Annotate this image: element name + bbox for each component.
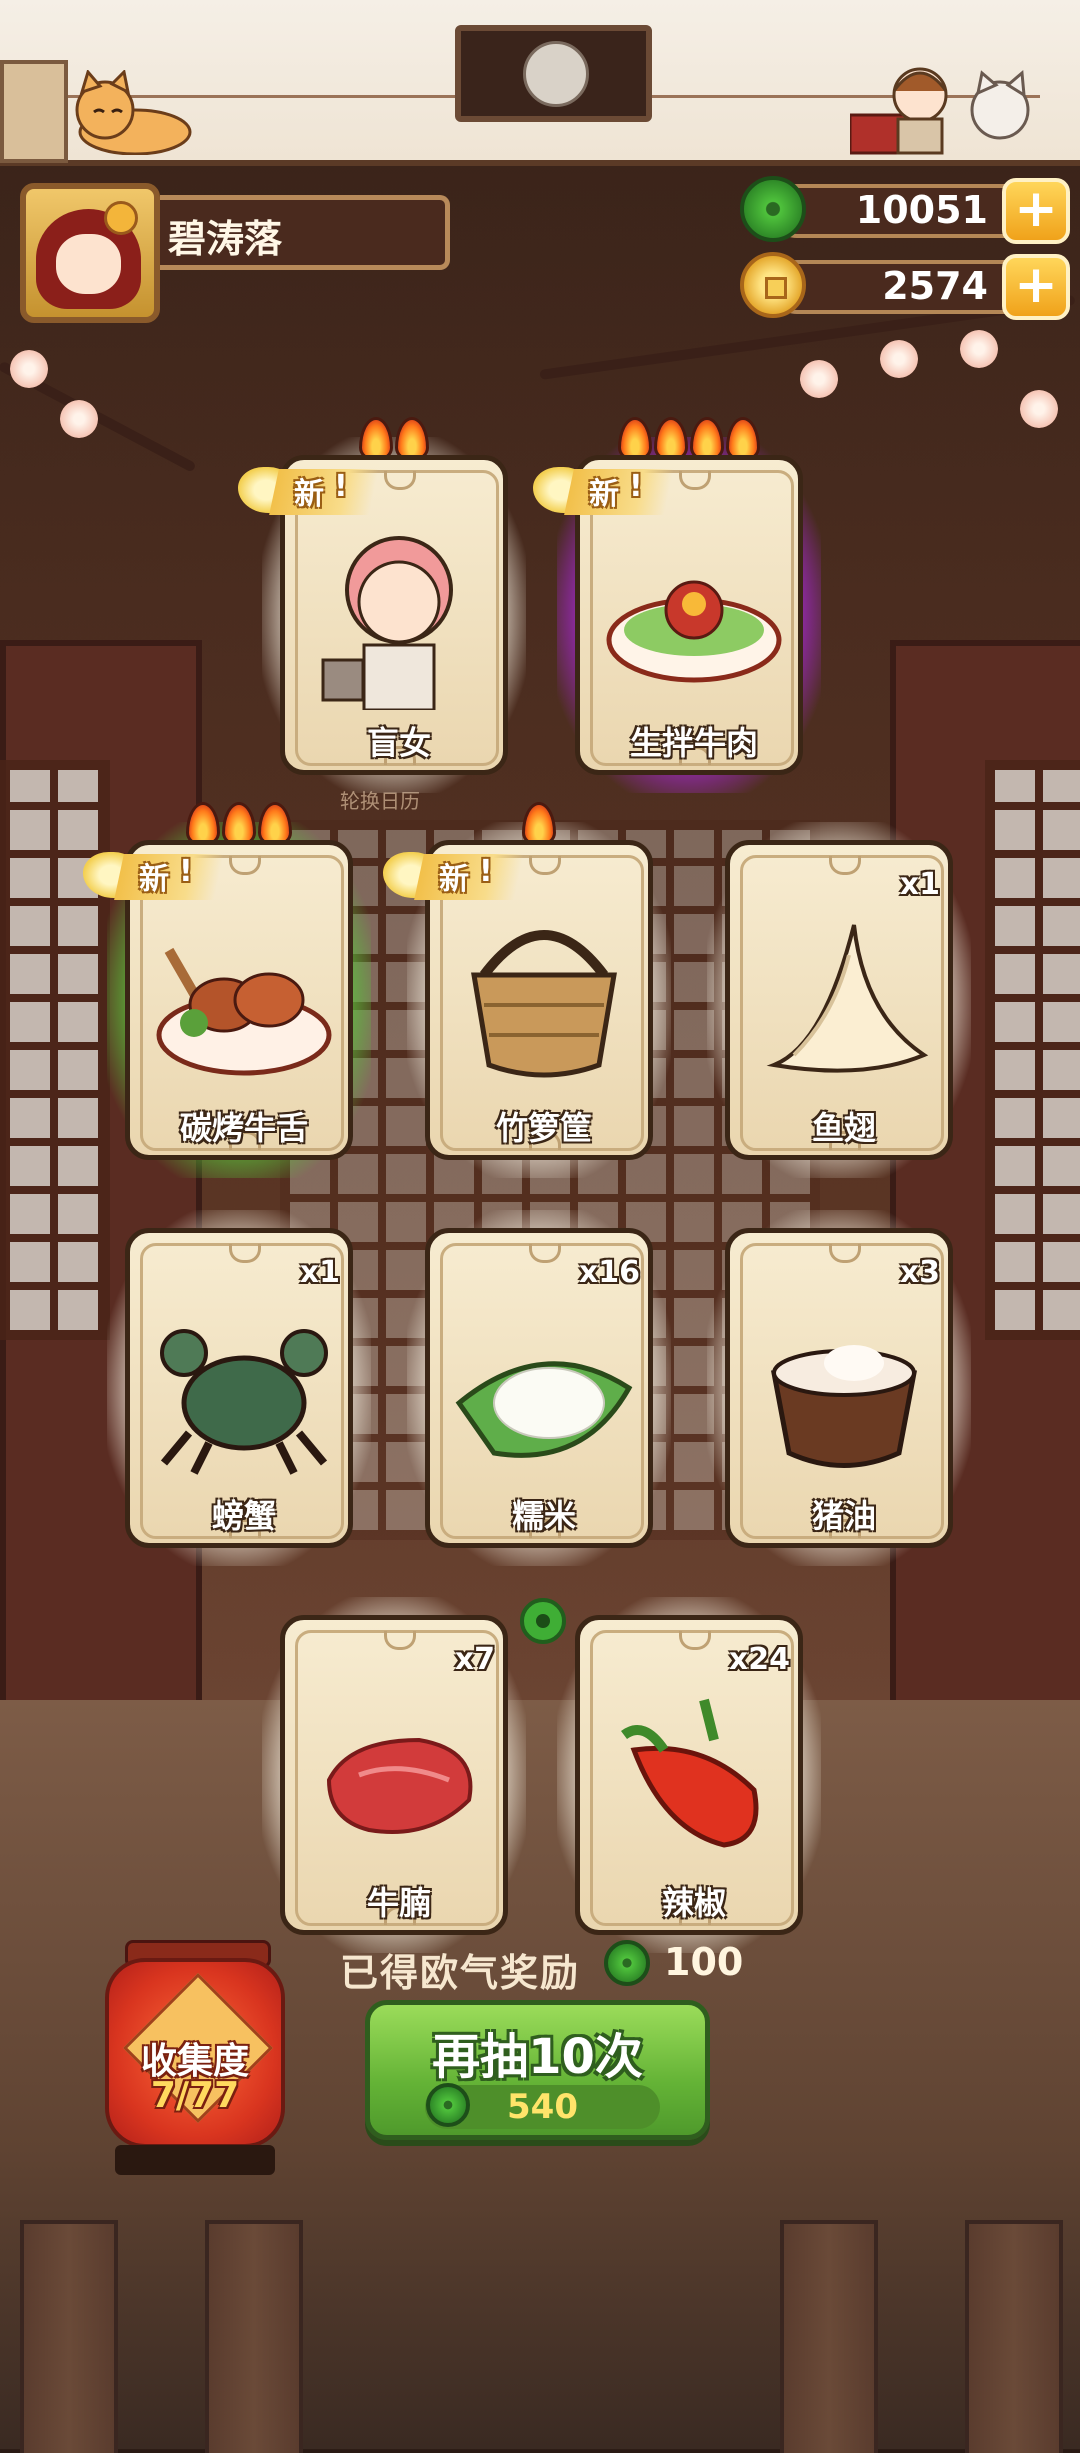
new-badge-label: 新 <box>139 862 169 897</box>
card-count: x7 <box>454 1642 495 1677</box>
collection-progress: 7/77 <box>150 2075 240 2116</box>
card-body: 鱼翅 x1 <box>725 840 953 1160</box>
card-item-icon <box>770 1345 918 1468</box>
card-3[interactable]: 碳烤牛舌 新! <box>83 802 371 1178</box>
top-shelf <box>0 0 1080 166</box>
reward-value: 100 <box>664 1940 744 1984</box>
draw-cost: 540 <box>507 2087 578 2127</box>
card-item-icon <box>326 1737 473 1834</box>
paw-sign-decoration <box>0 60 68 163</box>
card-item-icon <box>621 1698 759 1848</box>
add-gold-button[interactable]: + <box>1002 254 1070 320</box>
player-name-plate: 碧涛落 <box>160 195 450 270</box>
new-badge-label: 新 <box>294 477 324 512</box>
card-body: 猪油 x3 <box>725 1228 953 1548</box>
card-item-icon <box>766 924 929 1073</box>
draw-again-label: 再抽10次 <box>432 2029 643 2085</box>
blossom-flower <box>1020 390 1058 428</box>
gold-currency: 2574 + <box>740 252 1070 320</box>
new-badge: 新! <box>238 461 388 523</box>
card-count: x1 <box>299 1255 340 1290</box>
reward-label: 已得欧气奖励 <box>340 1951 581 1995</box>
new-badge: 新! <box>533 461 683 523</box>
fence-post <box>205 2220 303 2453</box>
fence-post <box>965 2220 1063 2453</box>
blossom-flower <box>60 400 98 438</box>
new-badge-label: 新 <box>439 862 469 897</box>
card-name: 螃蟹 <box>211 1497 276 1535</box>
exclamation-mark: ! <box>629 469 643 504</box>
card-item-icon <box>160 1329 328 1475</box>
fence-post <box>20 2220 118 2453</box>
card-6[interactable]: 螃蟹 x1 <box>107 1210 371 1566</box>
card-item-icon <box>455 1361 633 1458</box>
card-name: 碳烤牛舌 <box>179 1109 308 1147</box>
new-badge: 新! <box>383 846 533 908</box>
card-name: 辣椒 <box>661 1884 726 1922</box>
card-body: 牛腩 x7 <box>280 1615 508 1935</box>
new-badge: 新! <box>83 846 233 908</box>
card-name: 盲女 <box>366 724 431 762</box>
card-1[interactable]: 盲女 新! <box>238 417 526 793</box>
jade-currency: 10051 + <box>740 176 1070 244</box>
player-name: 碧涛落 <box>168 217 283 261</box>
gold-amount: 2574 <box>882 264 988 308</box>
card-4[interactable]: 竹箩筐 新! <box>383 802 671 1178</box>
exclamation-mark: ! <box>179 854 193 889</box>
blossom-flower <box>960 330 998 368</box>
card-count: x3 <box>899 1255 940 1290</box>
card-7[interactable]: 糯米 x16 <box>407 1210 671 1566</box>
card-name: 竹箩筐 <box>495 1109 592 1147</box>
card-2[interactable]: 生拌牛肉 新! <box>533 417 821 793</box>
card-item-icon <box>471 930 617 1078</box>
card-10[interactable]: 辣椒 x24 <box>557 1597 821 1953</box>
chef-and-cat-decoration <box>850 67 1030 155</box>
right-lattice-window <box>985 760 1080 1340</box>
card-item-icon <box>156 947 332 1076</box>
new-badge-label: 新 <box>589 477 619 512</box>
jade-coin-icon <box>604 1940 650 1986</box>
gold-coin-icon <box>740 252 806 318</box>
card-name: 牛腩 <box>366 1884 431 1922</box>
crown-icon <box>104 201 138 235</box>
card-name: 鱼翅 <box>811 1109 876 1147</box>
card-body: 糯米 x16 <box>425 1228 653 1548</box>
jade-amount: 10051 <box>855 188 988 232</box>
orange-cat-decoration <box>75 70 192 155</box>
card-body: 辣椒 x24 <box>575 1615 803 1935</box>
blossom-flower <box>880 340 918 378</box>
card-item-icon <box>321 536 453 710</box>
card-5[interactable]: 鱼翅 x1 <box>707 822 971 1178</box>
card-item-icon <box>606 580 782 683</box>
exclamation-mark: ! <box>334 469 348 504</box>
card-name: 生拌牛肉 <box>629 724 758 762</box>
add-jade-button[interactable]: + <box>1002 178 1070 244</box>
card-count: x24 <box>728 1642 790 1677</box>
player-avatar[interactable] <box>20 183 160 323</box>
card-count: x16 <box>578 1255 640 1290</box>
card-name: 猪油 <box>811 1497 876 1535</box>
card-8[interactable]: 猪油 x3 <box>707 1210 971 1566</box>
card-9[interactable]: 牛腩 x7 <box>262 1597 526 1953</box>
card-body: 螃蟹 x1 <box>125 1228 353 1548</box>
cat-portrait-frame <box>455 25 652 122</box>
exclamation-mark: ! <box>479 854 493 889</box>
card-count: x1 <box>899 867 940 902</box>
draw-again-button[interactable]: 再抽10次 540 <box>365 2000 710 2140</box>
fence-post <box>780 2220 878 2453</box>
blossom-flower <box>10 350 48 388</box>
collection-lantern-button[interactable]: 收集度 7/77 <box>100 1940 290 2180</box>
jade-coin-icon <box>740 176 806 242</box>
card-name: 糯米 <box>511 1497 576 1535</box>
blossom-flower <box>800 360 838 398</box>
